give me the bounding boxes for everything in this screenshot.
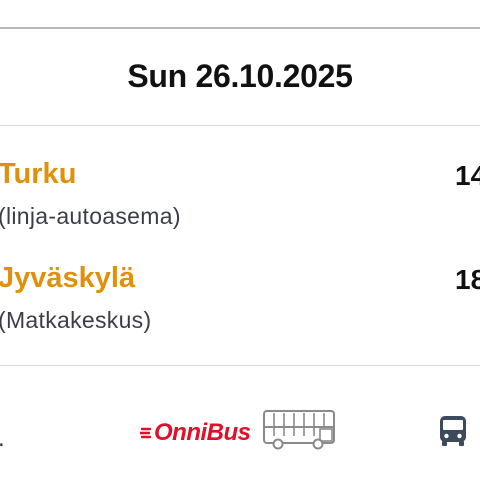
arrival-city: Jyväskylä: [0, 262, 136, 294]
trip-date: Sun 26.10.2025: [127, 58, 353, 94]
top-border: [0, 27, 480, 29]
departure-time: 14: [455, 160, 480, 191]
speed-lines-icon: [140, 427, 152, 439]
arrival-station: (Matkakeskus): [0, 307, 152, 333]
bus-icon: [440, 416, 466, 446]
divider: [0, 125, 480, 126]
departure-station: (linja-autoasema): [0, 203, 181, 229]
divider: [0, 365, 480, 366]
onnibus-logo: OnniBus: [140, 413, 251, 453]
footer-leading-mark: .: [0, 425, 5, 453]
arrival-time: 18: [455, 264, 480, 295]
double-decker-bus-graphic: [263, 410, 335, 450]
departure-city: Turku: [0, 158, 77, 190]
logo-text: OnniBus: [154, 419, 251, 446]
